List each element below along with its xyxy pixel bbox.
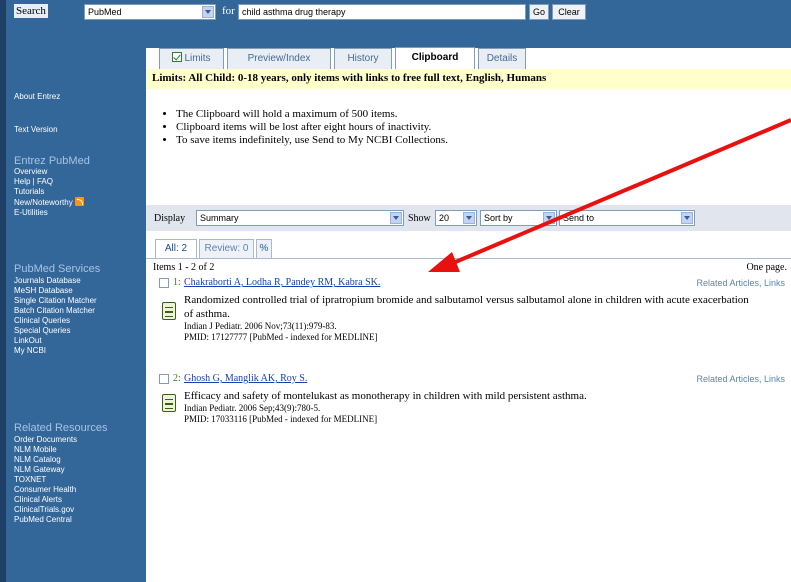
- display-format-select[interactable]: Summary: [196, 210, 404, 226]
- result-authors-link[interactable]: Ghosh G, Manglik AK, Roy S.: [184, 373, 307, 384]
- result-journal: Indian J Pediatr. 2006 Nov;73(11):979-83…: [184, 321, 337, 331]
- clear-button[interactable]: Clear: [552, 4, 586, 20]
- sidebar-link-clinical-alerts[interactable]: Clinical Alerts: [14, 495, 77, 505]
- sidebar-link-nlm-gateway[interactable]: NLM Gateway: [14, 465, 77, 475]
- dropdown-arrow-icon[interactable]: [543, 212, 555, 224]
- search-bar: Search PubMed for child asthma drug ther…: [6, 0, 791, 28]
- limits-summary: Limits: All Child: 0-18 years, only item…: [146, 69, 791, 89]
- result-number: 2:: [173, 373, 181, 384]
- tab-limits[interactable]: Limits: [159, 48, 224, 70]
- tab-limits-label: Limits: [184, 53, 211, 64]
- result-title: Randomized controlled trial of ipratropi…: [184, 294, 749, 320]
- sidebar-link-overview[interactable]: Overview: [14, 167, 84, 177]
- search-label: Search: [14, 4, 48, 18]
- result-title: Efficacy and safety of montelukast as mo…: [184, 390, 587, 402]
- sidebar-link-special-queries[interactable]: Special Queries: [14, 326, 98, 336]
- dropdown-arrow-icon[interactable]: [681, 212, 693, 224]
- display-format-value: Summary: [200, 213, 239, 223]
- result-checkbox-icon[interactable]: [159, 278, 169, 288]
- tab-details[interactable]: Details: [478, 48, 526, 70]
- sidebar-group-related-resources: Order Documents NLM Mobile NLM Catalog N…: [14, 435, 77, 525]
- sidebar-group-entrez-pubmed: Overview Help | FAQ Tutorials New/Notewo…: [14, 167, 84, 218]
- sidebar-link-single-citation-matcher[interactable]: Single Citation Matcher: [14, 296, 98, 306]
- show-label: Show: [408, 213, 431, 224]
- result-pmid: PMID: 17127777 [PubMed - indexed for MED…: [184, 332, 378, 342]
- result-authors-link[interactable]: Chakraborti A, Lodha R, Pandey RM, Kabra…: [184, 277, 380, 288]
- subtab-review[interactable]: Review: 0: [199, 239, 254, 259]
- sidebar-group-pubmed-services: Journals Database MeSH Database Single C…: [14, 276, 98, 356]
- annotation-arrow-shaft: [445, 118, 791, 268]
- sidebar-link-e-utilities[interactable]: E-Utilities: [14, 208, 84, 218]
- limits-checkbox-icon[interactable]: [172, 52, 183, 62]
- sidebar-heading-related-resources: Related Resources: [14, 422, 108, 434]
- related-articles-links[interactable]: Related Articles, Links: [696, 278, 785, 288]
- sidebar-link-nlm-mobile[interactable]: NLM Mobile: [14, 445, 77, 455]
- show-count-value: 20: [439, 213, 450, 223]
- clipboard-notes: The Clipboard will hold a maximum of 500…: [164, 108, 448, 147]
- send-to-select[interactable]: Send to: [559, 210, 695, 226]
- note-item: Clipboard items will be lost after eight…: [176, 121, 448, 134]
- database-select-value: PubMed: [88, 7, 122, 17]
- one-page-label: One page.: [746, 262, 787, 273]
- sidebar-link-help-faq[interactable]: Help | FAQ: [14, 177, 84, 187]
- sidebar-heading-pubmed-services: PubMed Services: [14, 263, 101, 275]
- send-to-value: Send to: [563, 213, 595, 223]
- document-icon[interactable]: [162, 302, 176, 320]
- left-sidebar: About Entrez Text Version Entrez PubMed …: [0, 0, 146, 582]
- dropdown-arrow-icon[interactable]: [202, 6, 214, 18]
- tab-bar-background: [146, 28, 791, 48]
- sidebar-link-batch-citation-matcher[interactable]: Batch Citation Matcher: [14, 306, 98, 316]
- new-noteworthy-label: New/Noteworthy: [14, 198, 73, 207]
- sort-by-value: Sort by: [484, 213, 513, 223]
- note-item: The Clipboard will hold a maximum of 500…: [176, 108, 448, 121]
- sidebar-link-consumer-health[interactable]: Consumer Health: [14, 485, 77, 495]
- sidebar-link-text-version[interactable]: Text Version: [14, 125, 58, 135]
- sidebar-link-new-noteworthy[interactable]: New/Noteworthy: [14, 197, 84, 208]
- result-checkbox-icon[interactable]: [159, 374, 169, 384]
- tab-clipboard[interactable]: Clipboard: [395, 47, 475, 70]
- result-journal: Indian Pediatr. 2006 Sep;43(9):780-5.: [184, 403, 321, 413]
- document-icon[interactable]: [162, 394, 176, 412]
- sidebar-link-toxnet[interactable]: TOXNET: [14, 475, 77, 485]
- display-bar: Display Summary Show 20 Sort by Send to: [146, 205, 791, 231]
- sidebar-heading-entrez-pubmed: Entrez PubMed: [14, 155, 90, 167]
- tab-history[interactable]: History: [334, 48, 392, 70]
- related-articles-links[interactable]: Related Articles, Links: [696, 374, 785, 384]
- sidebar-link-journals-database[interactable]: Journals Database: [14, 276, 98, 286]
- annotation-arrow-head: [428, 252, 460, 272]
- dropdown-arrow-icon[interactable]: [390, 212, 402, 224]
- result-number: 1:: [173, 277, 181, 288]
- dropdown-arrow-icon[interactable]: [463, 212, 475, 224]
- database-select[interactable]: PubMed: [84, 4, 216, 20]
- show-count-select[interactable]: 20: [435, 210, 477, 226]
- subtab-all[interactable]: All: 2: [155, 239, 197, 259]
- percent-icon[interactable]: %: [256, 239, 272, 259]
- search-input[interactable]: child asthma drug therapy: [238, 4, 526, 20]
- rss-icon[interactable]: [74, 197, 84, 206]
- result-pmid: PMID: 17033116 [PubMed - indexed for MED…: [184, 414, 378, 424]
- sidebar-link-nlm-catalog[interactable]: NLM Catalog: [14, 455, 77, 465]
- sidebar-link-clinical-queries[interactable]: Clinical Queries: [14, 316, 98, 326]
- sidebar-link-linkout[interactable]: LinkOut: [14, 336, 98, 346]
- sidebar-link-tutorials[interactable]: Tutorials: [14, 187, 84, 197]
- sort-by-select[interactable]: Sort by: [480, 210, 557, 226]
- sidebar-link-my-ncbi[interactable]: My NCBI: [14, 346, 98, 356]
- tab-preview-index[interactable]: Preview/Index: [227, 48, 331, 70]
- display-label: Display: [154, 213, 186, 224]
- sidebar-link-order-documents[interactable]: Order Documents: [14, 435, 77, 445]
- go-button[interactable]: Go: [529, 4, 549, 20]
- note-item: To save items indefinitely, use Send to …: [176, 134, 448, 147]
- sidebar-link-about-entrez[interactable]: About Entrez: [14, 92, 60, 102]
- items-count: Items 1 - 2 of 2: [153, 262, 215, 273]
- sidebar-link-pubmed-central[interactable]: PubMed Central: [14, 515, 77, 525]
- sidebar-link-mesh-database[interactable]: MeSH Database: [14, 286, 98, 296]
- for-label: for: [222, 5, 235, 17]
- sidebar-link-clinicaltrials[interactable]: ClinicalTrials.gov: [14, 505, 77, 515]
- subtab-divider: [146, 258, 791, 259]
